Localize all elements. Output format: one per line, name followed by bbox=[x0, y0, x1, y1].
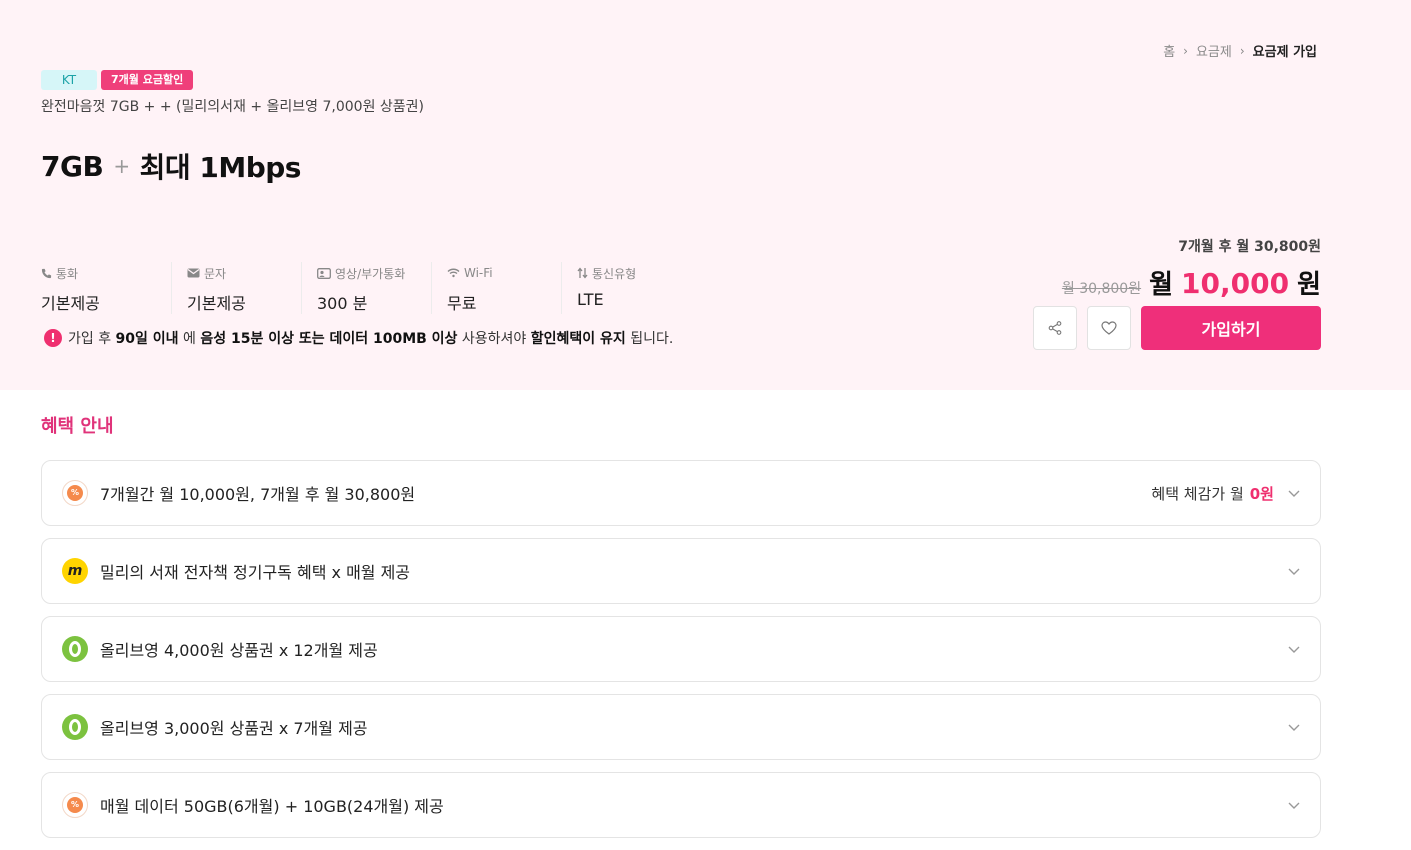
chevron-down-icon[interactable] bbox=[1288, 721, 1300, 733]
plan-hero: 홈 › 요금제 › 요금제 가입 KT 7개월 요금할인 완전마음껏 7GB +… bbox=[0, 0, 1411, 390]
spec-list: 통화 기본제공 문자 기본제공 영상/부가통화 300 분 Wi-Fi 무료 통… bbox=[41, 262, 691, 314]
phone-icon bbox=[41, 268, 52, 278]
wifi-icon bbox=[447, 268, 460, 278]
spec-wifi: Wi-Fi 무료 bbox=[431, 262, 561, 314]
chevron-down-icon[interactable] bbox=[1288, 799, 1300, 811]
badge-group: KT 7개월 요금할인 bbox=[41, 70, 194, 90]
benefit-text: 밀리의 서재 전자책 정기구독 혜택 x 매월 제공 bbox=[100, 563, 411, 582]
chevron-down-icon[interactable] bbox=[1288, 565, 1300, 577]
benefit-item[interactable]: % 7개월간 월 10,000원, 7개월 후 월 30,800원 혜택 체감가… bbox=[41, 460, 1321, 526]
promo-badge: 7개월 요금할인 bbox=[101, 70, 194, 90]
original-price: 월 30,800원 bbox=[1061, 281, 1142, 297]
spec-label: 영상/부가통화 bbox=[335, 266, 406, 281]
spec-network: 통신유형 LTE bbox=[561, 262, 691, 314]
action-group: 가입하기 bbox=[1033, 306, 1321, 350]
share-icon bbox=[1048, 321, 1062, 335]
alert-icon: ! bbox=[44, 329, 62, 347]
data-amount: 7GB bbox=[41, 149, 104, 183]
mail-icon bbox=[187, 268, 200, 278]
oliveyoung-logo-icon bbox=[62, 714, 88, 740]
breadcrumb-home[interactable]: 홈 bbox=[1163, 41, 1175, 60]
spec-video-call: 영상/부가통화 300 분 bbox=[301, 262, 431, 314]
price-prefix: 월 bbox=[1149, 270, 1174, 300]
discount-icon: % bbox=[62, 792, 88, 818]
spec-value: 기본제공 bbox=[187, 294, 246, 313]
transfer-icon bbox=[577, 267, 588, 279]
benefit-item[interactable]: % 매월 데이터 50GB(6개월) + 10GB(24개월) 제공 bbox=[41, 772, 1321, 838]
carrier-badge: KT bbox=[41, 70, 97, 90]
benefit-effective-price: 혜택 체감가 월 0원 bbox=[1151, 484, 1274, 503]
spec-label: 통화 bbox=[56, 266, 79, 281]
speed-limit: 최대 1Mbps bbox=[139, 151, 302, 184]
breadcrumb-current: 요금제 가입 bbox=[1252, 45, 1317, 60]
benefit-text: 7개월간 월 10,000원, 7개월 후 월 30,800원 bbox=[100, 485, 416, 504]
wishlist-button[interactable] bbox=[1087, 306, 1131, 350]
price-box: 7개월 후 월 30,800원 월 30,800원 월 10,000 원 bbox=[1062, 236, 1321, 301]
benefit-item[interactable]: 올리브영 4,000원 상품권 x 12개월 제공 bbox=[41, 616, 1321, 682]
breadcrumb: 홈 › 요금제 › 요금제 가입 bbox=[1163, 41, 1317, 61]
discount-price: 10,000 bbox=[1181, 267, 1290, 300]
spec-label: 통신유형 bbox=[592, 266, 637, 281]
price-unit: 원 bbox=[1297, 270, 1321, 300]
plan-headline: 7GB + 최대 1Mbps bbox=[41, 146, 301, 186]
millie-logo-icon: m bbox=[62, 558, 88, 584]
spec-value: 기본제공 bbox=[41, 294, 100, 313]
join-button[interactable]: 가입하기 bbox=[1141, 306, 1321, 350]
chevron-right-icon: › bbox=[1183, 43, 1188, 58]
benefit-list: % 7개월간 월 10,000원, 7개월 후 월 30,800원 혜택 체감가… bbox=[41, 460, 1321, 850]
chevron-down-icon[interactable] bbox=[1288, 643, 1300, 655]
spec-label: 문자 bbox=[204, 266, 227, 281]
discount-icon: % bbox=[62, 480, 88, 506]
benefits-title: 혜택 안내 bbox=[41, 416, 114, 437]
breadcrumb-plans[interactable]: 요금제 bbox=[1196, 41, 1232, 60]
benefit-text: 올리브영 4,000원 상품권 x 12개월 제공 bbox=[100, 641, 378, 660]
retention-notice: ! 가입 후 90일 이내 에 음성 15분 이상 또는 데이터 100MB 이… bbox=[44, 328, 673, 348]
plan-name: 완전마음껏 7GB + + (밀리의서재 + 올리브영 7,000원 상품권) bbox=[41, 99, 424, 115]
spec-value: 300 분 bbox=[317, 294, 368, 313]
plus-sign: + bbox=[113, 154, 130, 178]
chevron-right-icon: › bbox=[1239, 43, 1245, 58]
spec-value: LTE bbox=[577, 290, 604, 309]
spec-call: 통화 기본제공 bbox=[41, 262, 171, 314]
benefit-item[interactable]: 올리브영 3,000원 상품권 x 7개월 제공 bbox=[41, 694, 1321, 760]
share-button[interactable] bbox=[1033, 306, 1077, 350]
chevron-down-icon[interactable] bbox=[1288, 487, 1300, 499]
spec-value: 무료 bbox=[447, 294, 477, 313]
benefit-text: 올리브영 3,000원 상품권 x 7개월 제공 bbox=[100, 719, 368, 738]
benefit-item[interactable]: m 밀리의 서재 전자책 정기구독 혜택 x 매월 제공 bbox=[41, 538, 1321, 604]
video-icon bbox=[317, 267, 331, 279]
oliveyoung-logo-icon bbox=[62, 636, 88, 662]
heart-icon bbox=[1101, 321, 1117, 335]
spec-label: Wi-Fi bbox=[464, 266, 493, 280]
spec-sms: 문자 기본제공 bbox=[171, 262, 301, 314]
benefit-text: 매월 데이터 50GB(6개월) + 10GB(24개월) 제공 bbox=[100, 797, 444, 816]
after-promo-price: 7개월 후 월 30,800원 bbox=[1178, 239, 1321, 255]
